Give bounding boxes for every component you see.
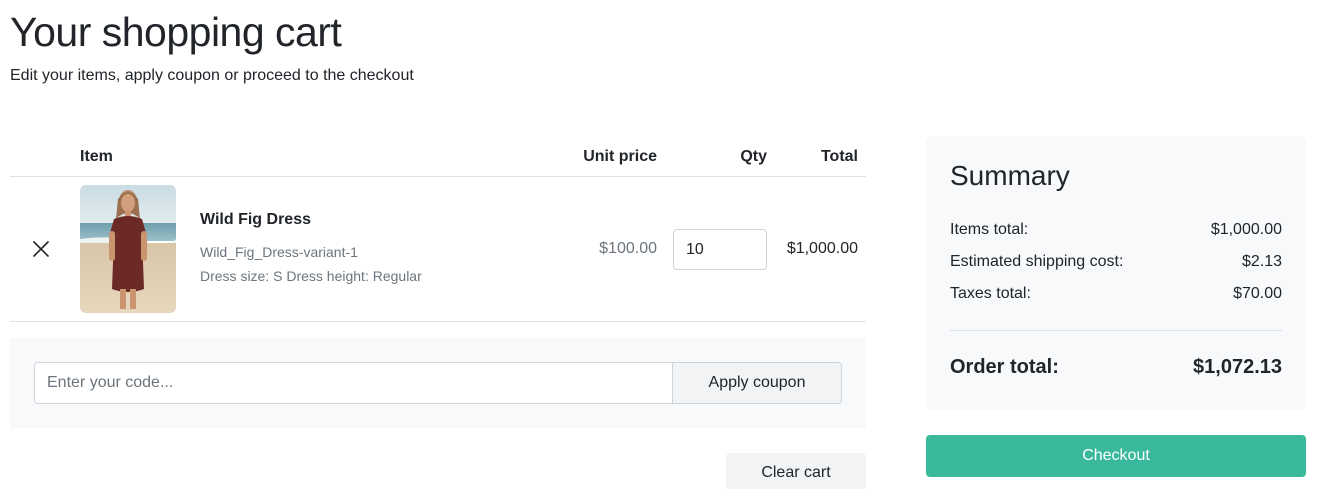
- coupon-panel: Apply coupon: [10, 338, 866, 428]
- product-image[interactable]: [80, 185, 176, 313]
- quantity-input[interactable]: [673, 229, 767, 270]
- cart-table-header: Item Unit price Qty Total: [10, 136, 866, 177]
- product-variant: Wild_Fig_Dress-variant-1: [200, 244, 358, 260]
- summary-divider: [950, 330, 1282, 331]
- cart-table: Item Unit price Qty Total Wild Fig Dress…: [10, 136, 866, 322]
- summary-value: $1,000.00: [1210, 221, 1282, 238]
- remove-item-button[interactable]: [29, 237, 53, 261]
- column-header-unit-price: Unit price: [583, 148, 657, 165]
- line-total: $1,000.00: [786, 240, 858, 257]
- order-total-label: Order total:: [950, 356, 1059, 378]
- summary-label: Items total:: [950, 221, 1029, 238]
- summary-label: Estimated shipping cost:: [950, 253, 1124, 270]
- page-title: Your shopping cart: [10, 9, 342, 55]
- column-header-total: Total: [820, 148, 858, 165]
- product-name[interactable]: Wild Fig Dress: [200, 211, 311, 229]
- summary-value: $70.00: [1233, 285, 1282, 302]
- summary-title: Summary: [950, 160, 1070, 191]
- coupon-code-input[interactable]: [34, 362, 674, 404]
- clear-cart-button[interactable]: Clear cart: [726, 453, 866, 489]
- summary-label: Taxes total:: [950, 285, 1031, 302]
- order-total-value: $1,072.13: [1193, 356, 1282, 378]
- cart-row: Wild Fig Dress Wild_Fig_Dress-variant-1 …: [10, 177, 866, 322]
- product-image-wild-fig-dress: [80, 185, 176, 313]
- checkout-button[interactable]: Checkout: [926, 435, 1306, 477]
- page-subtitle: Edit your items, apply coupon or proceed…: [10, 67, 414, 84]
- order-summary: Summary Items total: $1,000.00 Estimated…: [926, 136, 1306, 410]
- summary-value: $2.13: [1241, 253, 1282, 270]
- product-attributes: Dress size: S Dress height: Regular: [200, 268, 422, 284]
- column-header-item: Item: [80, 148, 113, 165]
- close-icon: [33, 241, 49, 257]
- column-header-qty: Qty: [740, 148, 767, 165]
- unit-price: $100.00: [599, 240, 657, 257]
- apply-coupon-button[interactable]: Apply coupon: [672, 362, 842, 404]
